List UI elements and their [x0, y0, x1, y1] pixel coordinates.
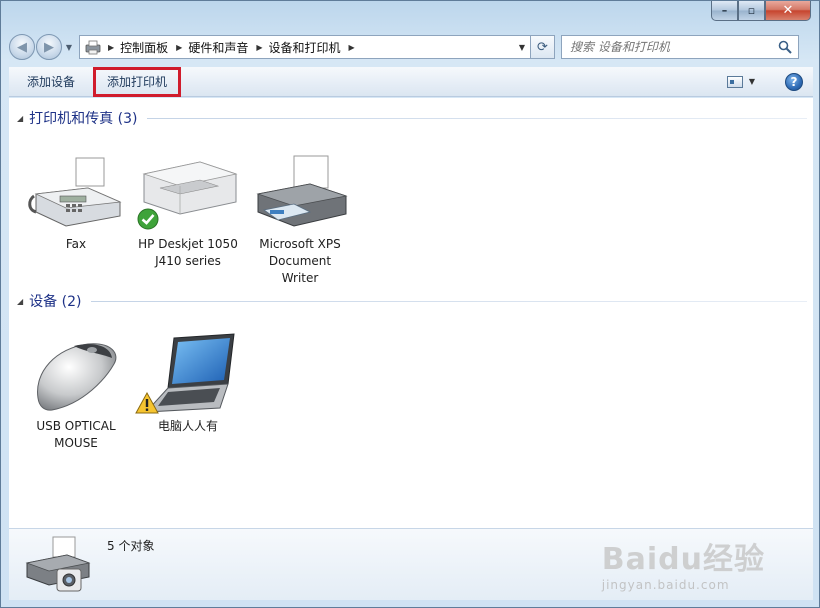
- watermark-url: jingyan.baidu.com: [601, 578, 730, 592]
- minimize-button[interactable]: –: [711, 1, 738, 21]
- device-label: Microsoft XPS Document Writer: [259, 237, 341, 285]
- navigation-bar: ◀ ▶ ▼ ▶ 控制面板 ▶ 硬件和声音 ▶ 设备和打印机 ▶ ▼ ⟳: [9, 33, 813, 61]
- item-count: 5 个对象: [107, 539, 155, 553]
- view-options-dropdown-icon[interactable]: ▼: [749, 77, 755, 86]
- minimize-icon: –: [721, 4, 728, 17]
- close-button[interactable]: ✕: [765, 1, 811, 21]
- breadcrumb-devices-printers[interactable]: 设备和打印机: [269, 39, 341, 56]
- toolbar-right: ▼ ?: [726, 72, 813, 91]
- caption-buttons: – ▫ ✕: [711, 1, 811, 21]
- details-pane: 5 个对象 Baidu经验 jingyan.baidu.com: [9, 528, 813, 600]
- recent-pages-dropdown[interactable]: ▼: [63, 43, 75, 52]
- breadcrumb-separator-icon[interactable]: ▶: [176, 43, 182, 52]
- search-box[interactable]: [561, 35, 799, 59]
- search-input[interactable]: [570, 40, 770, 54]
- group-header-devices[interactable]: ◢ 设备 (2): [17, 291, 807, 311]
- search-icon[interactable]: [778, 40, 792, 54]
- default-printer-check-icon: [137, 208, 159, 230]
- warning-icon: [135, 392, 159, 414]
- group-divider: [147, 117, 807, 119]
- maximize-button[interactable]: ▫: [738, 1, 765, 21]
- address-bar[interactable]: ▶ 控制面板 ▶ 硬件和声音 ▶ 设备和打印机 ▶ ▼: [79, 35, 531, 59]
- device-label: Fax: [65, 237, 87, 251]
- fax-icon: [28, 157, 122, 227]
- refresh-icon: ⟳: [537, 39, 548, 55]
- collapse-triangle-icon[interactable]: ◢: [17, 297, 23, 306]
- breadcrumb-control-panel[interactable]: 控制面板: [120, 39, 168, 56]
- command-bar: 添加设备 添加打印机 ▼ ?: [9, 66, 813, 97]
- collapse-triangle-icon[interactable]: ◢: [17, 114, 23, 123]
- device-item-computer[interactable]: 电脑人人有: [133, 332, 243, 435]
- explorer-window: – ▫ ✕ ◀ ▶ ▼ ▶ 控制面板 ▶ 硬件和声音 ▶ 设备和打印机 ▶ ▼ …: [0, 0, 820, 608]
- devices-printers-icon: [25, 536, 91, 592]
- forward-button[interactable]: ▶: [36, 34, 62, 60]
- device-item-fax[interactable]: Fax: [21, 150, 131, 253]
- group-divider: [91, 300, 807, 302]
- breadcrumb-separator-icon[interactable]: ▶: [108, 43, 114, 52]
- device-label: USB OPTICAL MOUSE: [36, 419, 116, 450]
- mouse-icon: [37, 343, 117, 411]
- refresh-button[interactable]: ⟳: [531, 35, 555, 59]
- device-item-hp-deskjet[interactable]: HP Deskjet 1050 J410 series: [133, 150, 243, 270]
- watermark: Baidu经验 jingyan.baidu.com: [602, 534, 765, 592]
- breadcrumb-separator-icon[interactable]: ▶: [349, 43, 355, 52]
- close-icon: ✕: [782, 3, 794, 18]
- devices-printers-icon: [85, 40, 101, 55]
- content-pane: ◢ 打印机和传真 (3) Fax HP Deskjet 1050 J410 se…: [9, 98, 813, 528]
- xps-printer-icon: [256, 155, 348, 227]
- back-button[interactable]: ◀: [9, 34, 35, 60]
- add-device-button[interactable]: 添加设备: [17, 69, 85, 95]
- breadcrumb-hardware-sound[interactable]: 硬件和声音: [188, 39, 248, 56]
- maximize-icon: ▫: [747, 4, 756, 17]
- group-title: 设备 (2): [29, 294, 82, 310]
- forward-arrow-icon: ▶: [44, 39, 54, 55]
- device-item-xps-writer[interactable]: Microsoft XPS Document Writer: [245, 150, 355, 287]
- baidu-jingyan-logo: Baidu经验: [601, 542, 765, 577]
- add-printer-button[interactable]: 添加打印机: [93, 66, 182, 97]
- device-item-usb-mouse[interactable]: USB OPTICAL MOUSE: [21, 332, 131, 452]
- device-label: 电脑人人有: [157, 419, 218, 433]
- help-icon[interactable]: ?: [785, 72, 803, 91]
- change-view-icon[interactable]: [726, 75, 743, 88]
- back-arrow-icon: ◀: [17, 39, 27, 55]
- breadcrumb-separator-icon[interactable]: ▶: [256, 43, 262, 52]
- group-header-printers[interactable]: ◢ 打印机和传真 (3): [17, 108, 807, 128]
- group-title: 打印机和传真 (3): [29, 111, 138, 127]
- address-dropdown-icon[interactable]: ▼: [514, 43, 530, 52]
- device-label: HP Deskjet 1050 J410 series: [138, 237, 238, 268]
